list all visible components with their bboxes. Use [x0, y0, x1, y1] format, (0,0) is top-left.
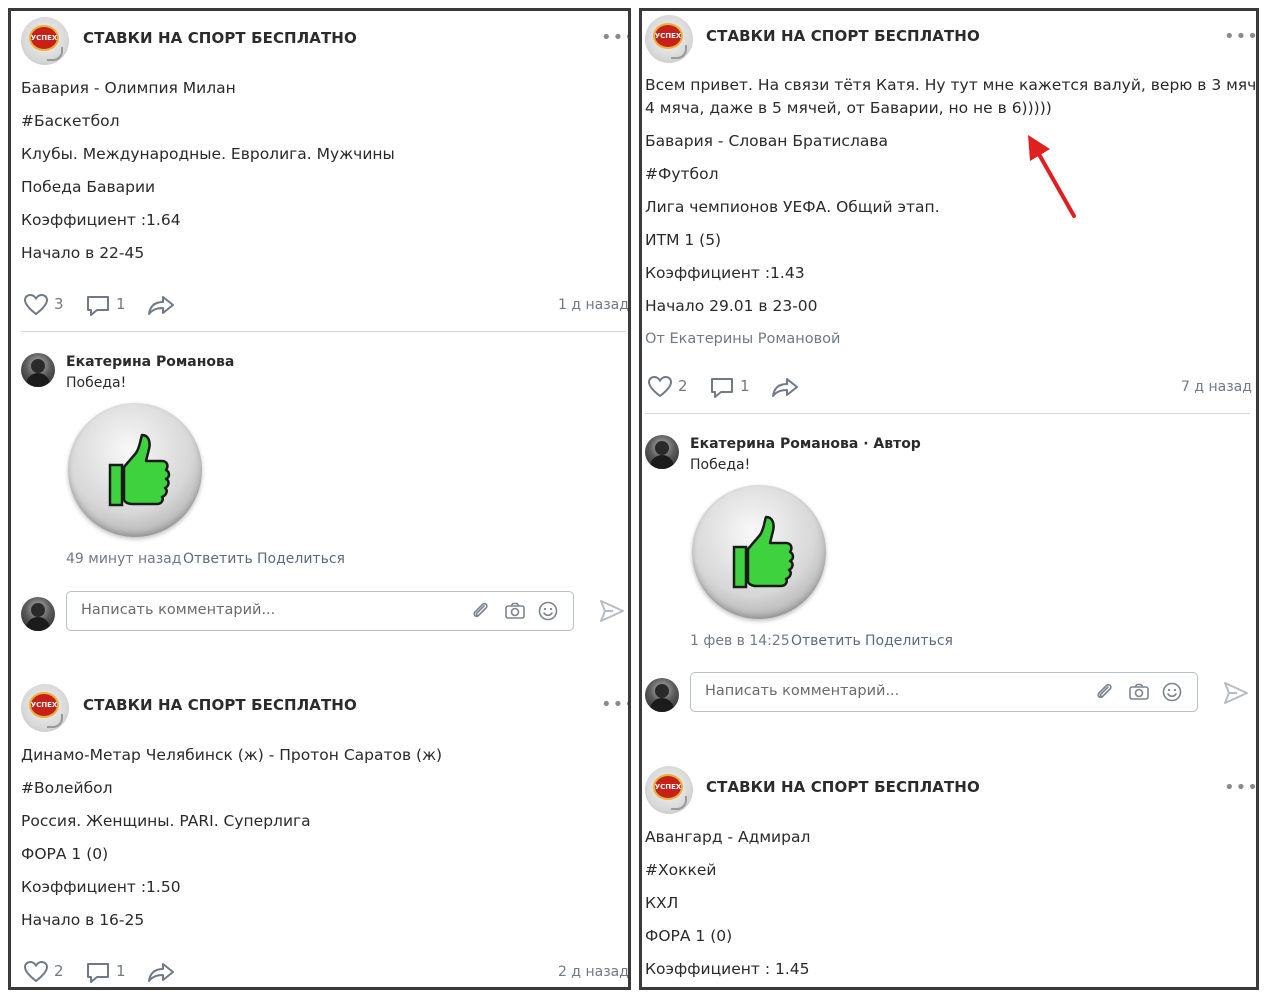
post-signature-link[interactable]: От Екатерины Романовой	[645, 331, 840, 347]
my-avatar	[21, 597, 55, 631]
post-hashtag[interactable]: #Волейбол	[21, 777, 113, 800]
post-line: Начало 29.01 в 23-00	[645, 297, 818, 315]
comment-input[interactable]: Написать комментарий...	[690, 672, 1198, 712]
post-line: КХЛ	[645, 894, 679, 912]
camera-icon[interactable]	[504, 601, 526, 621]
reply-link[interactable]: Ответить	[183, 551, 253, 567]
red-arrow-annotation	[1028, 135, 1076, 218]
like-count: 3	[54, 295, 64, 313]
post-line: ФОРА 1 (0)	[21, 845, 109, 863]
group-avatar[interactable]: УСПЕХ	[21, 684, 69, 732]
post-line: ФОРА 1 (0)	[645, 927, 733, 945]
thumbs-up-sticker	[692, 485, 826, 619]
comment-icon[interactable]	[85, 294, 111, 318]
like-icon[interactable]	[23, 960, 49, 984]
share-icon[interactable]	[147, 293, 175, 317]
post-intro-line: Всем привет. На связи тётя Катя. Ну тут …	[645, 76, 1259, 94]
post-line: Лига чемпионов УЕФА. Общий этап.	[645, 198, 940, 216]
comment-icon[interactable]	[709, 376, 735, 400]
thumbs-up-sticker	[68, 403, 202, 537]
post-time[interactable]: 1 д назад	[558, 297, 628, 313]
attach-icon[interactable]	[471, 601, 491, 621]
comment-icon[interactable]	[85, 961, 111, 985]
right-panel: УСПЕХ СТАВКИ НА СПОРТ БЕСПЛАТНО ••• Всем…	[639, 8, 1259, 990]
post-line: Авангард - Адмирал	[645, 828, 811, 846]
comment-placeholder: Написать комментарий...	[705, 683, 900, 699]
attach-icon[interactable]	[1095, 682, 1115, 702]
comment-count: 1	[116, 962, 126, 980]
group-name[interactable]: СТАВКИ НА СПОРТ БЕСПЛАТНО	[83, 29, 357, 47]
post-line: ИТМ 1 (5)	[645, 231, 722, 249]
comment-author[interactable]: Екатерина Романова · Автор	[690, 436, 921, 452]
divider	[21, 331, 626, 332]
group-name[interactable]: СТАВКИ НА СПОРТ БЕСПЛАТНО	[706, 778, 980, 796]
post-time[interactable]: 7 д назад	[1181, 379, 1252, 395]
commenter-avatar[interactable]	[21, 353, 55, 387]
post-line: Бавария - Олимпия Милан	[21, 79, 236, 97]
share-link[interactable]: Поделиться	[257, 551, 345, 567]
comment-input[interactable]: Написать комментарий...	[66, 591, 574, 631]
like-icon[interactable]	[23, 293, 49, 317]
post-line: Коэффициент :1.50	[21, 878, 181, 896]
commenter-avatar[interactable]	[645, 435, 679, 469]
my-avatar	[645, 678, 679, 712]
divider	[645, 413, 1250, 414]
post-line: Коэффициент :1.64	[21, 211, 181, 229]
post-time[interactable]: 2 д назад	[558, 964, 628, 980]
like-icon[interactable]	[647, 375, 673, 399]
group-name[interactable]: СТАВКИ НА СПОРТ БЕСПЛАТНО	[706, 27, 980, 45]
post-line: Победа Баварии	[21, 178, 156, 196]
comment-count: 1	[740, 377, 750, 395]
post-line: Коэффициент :1.43	[645, 264, 805, 282]
post-line: Динамо-Метар Челябинск (ж) - Протон Сара…	[21, 746, 443, 764]
share-icon[interactable]	[147, 960, 175, 984]
comment-author[interactable]: Екатерина Романова	[66, 354, 234, 370]
comment-placeholder: Написать комментарий...	[81, 602, 276, 618]
send-icon[interactable]	[599, 599, 625, 623]
post-hashtag[interactable]: #Хоккей	[645, 859, 716, 882]
post-line: Клубы. Международные. Евролига. Мужчины	[21, 145, 395, 163]
post-hashtag[interactable]: #Баскетбол	[21, 110, 120, 133]
more-options-icon[interactable]: •••	[1224, 28, 1256, 46]
comment-text: Победа!	[690, 457, 751, 473]
comment-count: 1	[116, 295, 126, 313]
post-line: Россия. Женщины. PARI. Суперлига	[21, 812, 311, 830]
share-link[interactable]: Поделиться	[865, 633, 953, 649]
emoji-icon[interactable]	[538, 601, 558, 621]
post-intro-line: 4 мяча, даже в 5 мячей, от Баварии, но н…	[645, 99, 1052, 117]
thumbs-up-icon	[108, 433, 171, 507]
post-line: Коэффициент : 1.45	[645, 960, 810, 978]
post-line: Начало в 22-45	[21, 244, 145, 262]
like-count: 2	[678, 377, 688, 395]
left-panel: УСПЕХ СТАВКИ НА СПОРТ БЕСПЛАТНО ••• Бава…	[8, 8, 631, 990]
group-avatar[interactable]: УСПЕХ	[645, 15, 693, 63]
like-count: 2	[54, 962, 64, 980]
group-name[interactable]: СТАВКИ НА СПОРТ БЕСПЛАТНО	[83, 696, 357, 714]
group-avatar[interactable]: УСПЕХ	[645, 766, 693, 814]
post-hashtag[interactable]: #Футбол	[645, 163, 718, 186]
camera-icon[interactable]	[1128, 682, 1150, 702]
comment-time[interactable]: 49 минут назад	[66, 551, 181, 567]
share-icon[interactable]	[771, 375, 799, 399]
emoji-icon[interactable]	[1162, 682, 1182, 702]
comment-text: Победа!	[66, 375, 127, 391]
thumbs-up-icon	[732, 515, 795, 589]
more-options-icon[interactable]: •••	[601, 29, 628, 47]
send-icon[interactable]	[1223, 681, 1249, 705]
group-avatar[interactable]: УСПЕХ	[21, 17, 69, 65]
comment-time[interactable]: 1 фев в 14:25	[690, 633, 790, 649]
more-options-icon[interactable]: •••	[601, 696, 628, 714]
more-options-icon[interactable]: •••	[1224, 779, 1256, 797]
post-line: Бавария - Слован Братислава	[645, 132, 888, 150]
post-line: Начало в 16-25	[21, 911, 145, 929]
reply-link[interactable]: Ответить	[791, 633, 861, 649]
